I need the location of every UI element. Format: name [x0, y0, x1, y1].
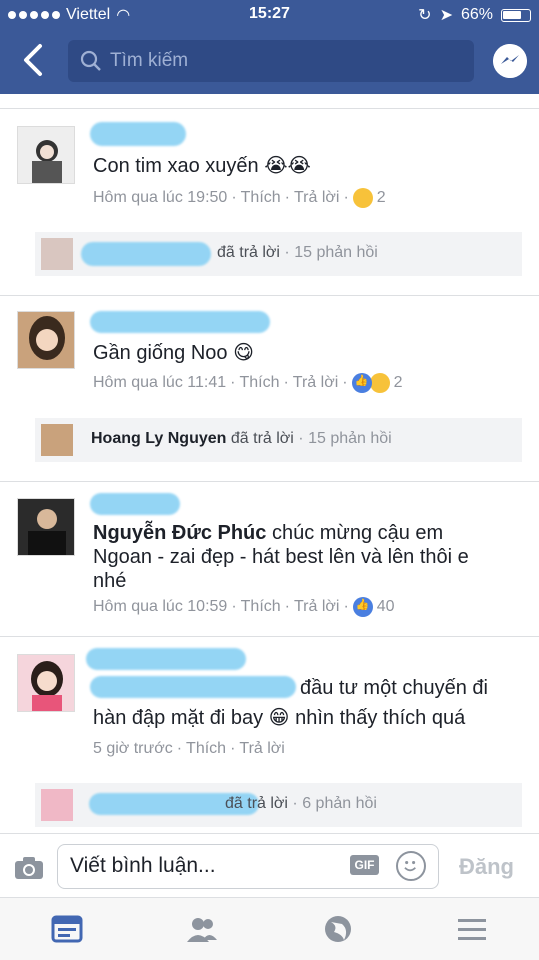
camera-icon[interactable]: [14, 856, 44, 880]
top-bar: Tìm kiếm: [0, 28, 539, 94]
like-link[interactable]: Thích: [186, 740, 226, 758]
comment-input[interactable]: Viết bình luận...: [57, 844, 439, 889]
reply-link[interactable]: Trả lời: [294, 189, 339, 207]
reply-summary[interactable]: đã trả lời · 15 phản hồi: [35, 232, 522, 276]
menu-icon[interactable]: [456, 914, 488, 944]
search-placeholder: Tìm kiếm: [110, 50, 189, 71]
comment-time: 5 giờ trước: [93, 740, 173, 757]
avatar[interactable]: [17, 311, 75, 369]
reply-count: 15 phản hồi: [308, 430, 392, 447]
comment-body: Nguyễn Đức Phúc chúc mừng cậu em Ngoan -…: [93, 521, 469, 593]
avatar[interactable]: [17, 654, 75, 712]
comment-meta: Hôm qua lúc 19:50 · Thích · Trả lời · 2: [93, 188, 386, 208]
reaction-count: 40: [376, 598, 395, 615]
battery-icon: [501, 8, 531, 22]
reply-avatar: [41, 424, 73, 456]
location-icon: ➤: [439, 7, 453, 24]
redacted-name: [90, 311, 270, 333]
redacted-name: [86, 648, 246, 670]
gif-button[interactable]: GIF: [350, 855, 379, 875]
like-reaction-icon: [352, 597, 373, 617]
reply-link[interactable]: Trả lời: [293, 374, 338, 392]
post-button[interactable]: Đăng: [459, 854, 514, 880]
status-bar: Viettel ◠ 15:27 ↻ ➤ 66%: [0, 0, 539, 28]
reply-avatar: [41, 789, 73, 821]
comment-text-line: Ngoan - zai đẹp - hát best lên và lên th…: [93, 546, 469, 568]
comment-time: Hôm qua lúc 10:59: [93, 598, 228, 615]
reply-summary[interactable]: đã trả lời · 6 phản hồi: [35, 783, 522, 827]
search-icon: [80, 50, 101, 71]
comment-text: chúc mừng cậu em: [271, 522, 444, 544]
reply-count: 6 phản hồi: [302, 795, 377, 812]
comment-text: Con tim xao xuyến 😭😭: [93, 155, 311, 177]
reply-summary[interactable]: Hoang Ly Nguyen đã trả lời · 15 phản hồi: [35, 418, 522, 462]
comment-meta: Hôm qua lúc 10:59· Thích· Trả lời· 40: [93, 597, 395, 617]
reply-author[interactable]: Hoang Ly Nguyen: [91, 430, 226, 447]
reaction-count: 2: [376, 189, 386, 206]
reply-count: 15 phản hồi: [294, 244, 378, 261]
reaction-count: 2: [393, 374, 403, 391]
comment: Nguyễn Đức Phúc chúc mừng cậu em Ngoan -…: [0, 481, 539, 636]
reply-action: đã trả lời: [217, 244, 280, 261]
like-link[interactable]: Thích: [241, 189, 281, 207]
like-reaction-icon: [351, 373, 372, 393]
comment-time: Hôm qua lúc 19:50: [93, 189, 228, 206]
comment-meta: Hôm qua lúc 11:41· Thích· Trả lời· 2: [93, 373, 402, 393]
avatar[interactable]: [17, 126, 75, 184]
rotation-lock-icon: ↻: [418, 7, 432, 24]
avatar[interactable]: [17, 498, 75, 556]
friends-icon[interactable]: [186, 914, 218, 944]
comment: đầu tư một chuyến đi hàn đập mặt đi bay …: [0, 636, 539, 833]
haha-reaction-icon: [369, 373, 390, 393]
like-link[interactable]: Thích: [241, 598, 281, 616]
haha-reaction-icon: [352, 188, 373, 208]
search-input[interactable]: Tìm kiếm: [68, 40, 474, 82]
redacted-tag: [90, 676, 296, 698]
comment-meta: 5 giờ trước · Thích · Trả lời: [93, 740, 285, 758]
comment-time: Hôm qua lúc 11:41: [93, 374, 227, 391]
messenger-icon[interactable]: [493, 44, 527, 78]
reply-action: đã trả lời: [230, 430, 294, 447]
comment-placeholder: Viết bình luận...: [70, 854, 216, 877]
news-feed-icon[interactable]: [51, 914, 83, 944]
reply-action: đã trả lời: [225, 795, 288, 812]
sticker-icon[interactable]: [396, 851, 426, 881]
comment-text: Gần giống Noo 😋: [93, 342, 254, 364]
comment: Con tim xao xuyến 😭😭 Hôm qua lúc 19:50 · …: [0, 108, 539, 295]
tab-bar: [0, 897, 539, 960]
like-link[interactable]: Thích: [239, 374, 279, 392]
comment-text-line: hàn đập mặt đi bay 😁 nhìn thấy thích quá: [93, 707, 466, 729]
redacted-name: [90, 122, 186, 146]
globe-icon[interactable]: [322, 914, 354, 944]
tagged-name[interactable]: Nguyễn Đức Phúc: [93, 522, 266, 544]
comment: Gần giống Noo 😋 Hôm qua lúc 11:41 · Thích…: [0, 295, 539, 481]
comment-text-line: nhé: [93, 570, 127, 592]
comment-text: đầu tư một chuyến đi: [300, 677, 488, 699]
comment-composer: Viết bình luận... GIF Đăng: [0, 833, 539, 897]
redacted-name: [90, 493, 180, 515]
reply-link[interactable]: Trả lời: [239, 740, 284, 758]
reply-avatar: [41, 238, 73, 270]
battery-percent: 66%: [460, 6, 493, 23]
redacted-name: [81, 242, 211, 266]
back-icon[interactable]: [18, 42, 48, 78]
reply-link[interactable]: Trả lời: [294, 598, 339, 616]
